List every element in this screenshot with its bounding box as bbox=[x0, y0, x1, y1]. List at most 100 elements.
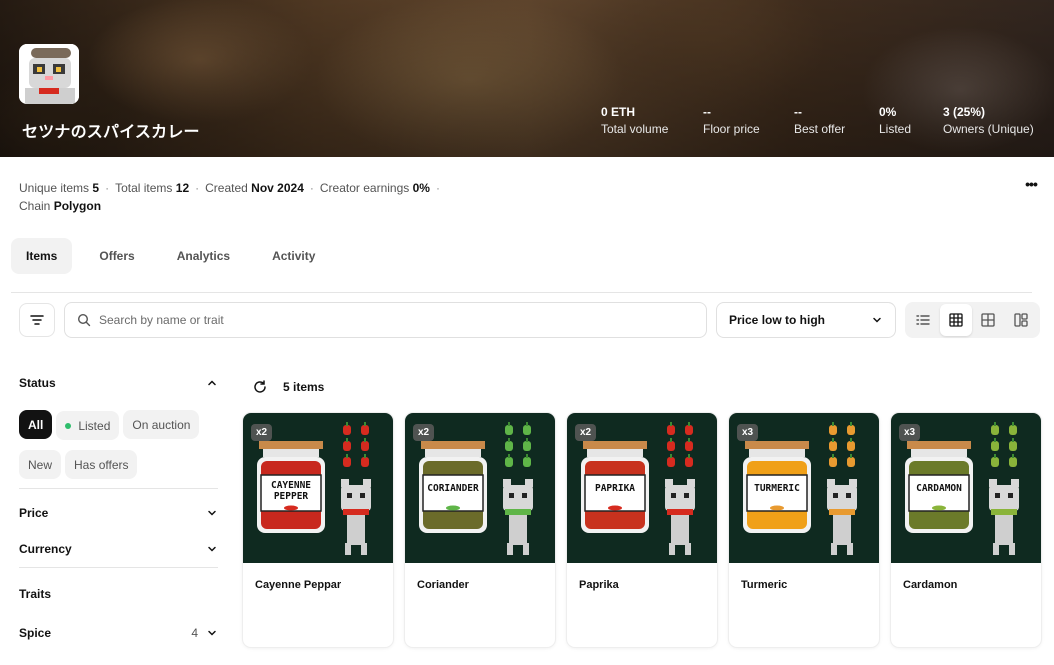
item-image: x3 TURMERIC bbox=[729, 413, 879, 563]
chip-label: All bbox=[28, 417, 44, 432]
tab-offers[interactable]: Offers bbox=[84, 238, 149, 274]
chevron-down-icon bbox=[208, 630, 216, 636]
chain-label: Chain bbox=[19, 199, 51, 213]
item-name: Turmeric bbox=[741, 579, 788, 591]
tab-activity[interactable]: Activity bbox=[257, 238, 330, 274]
status-chip-all[interactable]: All bbox=[19, 410, 53, 439]
item-name: Paprika bbox=[579, 579, 619, 591]
created-value: Nov 2024 bbox=[251, 181, 304, 195]
collection-tabs: Items Offers Analytics Activity bbox=[11, 238, 342, 274]
items-count: 5 items bbox=[283, 380, 325, 394]
chip-label: Listed bbox=[78, 418, 111, 433]
collection-title: セツナのスパイスカレー bbox=[22, 124, 200, 141]
item-image: x2 CORIANDER bbox=[405, 413, 555, 563]
stat-best-offer: -- Best offer bbox=[794, 104, 845, 138]
chain-value: Polygon bbox=[53, 199, 102, 213]
svg-text:CORIANDER: CORIANDER bbox=[427, 483, 479, 494]
search-icon bbox=[77, 313, 91, 327]
spice-title: Spice bbox=[19, 626, 52, 640]
items-header: 5 items bbox=[253, 380, 324, 394]
item-image: x3 CARDAMON bbox=[891, 413, 1041, 563]
item-name: Cardamon bbox=[903, 579, 958, 591]
quantity-badge: x3 bbox=[737, 424, 759, 441]
filter-icon bbox=[30, 315, 44, 325]
currency-section-header[interactable]: Currency bbox=[19, 540, 218, 558]
stat-total-volume: 0 ETH Total volume bbox=[601, 104, 668, 138]
tab-analytics[interactable]: Analytics bbox=[162, 238, 245, 274]
stat-label: Floor price bbox=[703, 122, 760, 136]
total-items-label: Total items bbox=[115, 181, 173, 195]
stat-label: Listed bbox=[879, 122, 912, 136]
stat-value: 0 ETH bbox=[601, 105, 636, 119]
stat-label: Owners (Unique) bbox=[943, 122, 1034, 136]
stat-listed: 0% Listed bbox=[879, 104, 911, 138]
item-card[interactable]: x2 CORIANDER Coriander bbox=[405, 413, 555, 647]
item-card[interactable]: x2 PAPRIKA Paprika bbox=[567, 413, 717, 647]
traits-heading: Traits bbox=[19, 585, 218, 603]
filter-toggle-button[interactable] bbox=[19, 303, 55, 337]
search-input[interactable] bbox=[99, 313, 659, 327]
svg-text:CARDAMON: CARDAMON bbox=[916, 483, 962, 494]
svg-text:CAYENNE: CAYENNE bbox=[271, 480, 311, 491]
svg-text:PEPPER: PEPPER bbox=[274, 491, 309, 502]
quantity-badge: x2 bbox=[575, 424, 597, 441]
sort-dropdown[interactable]: Price low to high bbox=[716, 302, 896, 338]
tabs-divider bbox=[11, 292, 1032, 293]
stat-label: Total volume bbox=[601, 122, 669, 136]
view-list-button[interactable] bbox=[907, 304, 939, 336]
collection-avatar[interactable] bbox=[19, 44, 79, 104]
view-grid-large-button[interactable] bbox=[973, 304, 1005, 336]
creator-earnings-value: 0% bbox=[412, 181, 430, 195]
view-grid-small-button[interactable] bbox=[939, 304, 972, 336]
stat-value: 0% bbox=[879, 105, 897, 119]
status-title: Status bbox=[19, 376, 56, 390]
stat-floor-price: -- Floor price bbox=[703, 104, 760, 138]
price-section-header[interactable]: Price bbox=[19, 504, 218, 522]
items-grid: x2 CAYENNE PEPPER Cayenne Peppar x2 CORIA… bbox=[243, 413, 1041, 647]
created-label: Created bbox=[205, 181, 248, 195]
masonry-icon bbox=[1014, 313, 1028, 327]
status-section-header[interactable]: Status bbox=[19, 374, 218, 392]
chevron-down-icon bbox=[873, 317, 881, 323]
grid-small-icon bbox=[948, 313, 963, 327]
quantity-badge: x2 bbox=[413, 424, 435, 441]
refresh-icon[interactable] bbox=[253, 380, 267, 394]
chip-label: On auction bbox=[132, 417, 191, 432]
quantity-badge: x3 bbox=[899, 424, 921, 441]
status-chip-on-auction[interactable]: On auction bbox=[123, 410, 200, 439]
chip-label: New bbox=[28, 457, 53, 472]
spice-count: 4 bbox=[191, 626, 198, 640]
search-bar[interactable] bbox=[64, 302, 707, 338]
stat-value: -- bbox=[794, 105, 802, 119]
item-image: x2 PAPRIKA bbox=[567, 413, 717, 563]
collection-meta: Unique items 5 · Total items 12 · Created No… bbox=[19, 181, 440, 213]
unique-items-label: Unique items bbox=[19, 181, 90, 195]
item-card[interactable]: x3 CARDAMON Cardamon bbox=[891, 413, 1041, 647]
view-mode-toggle bbox=[905, 302, 1040, 338]
stat-label: Best offer bbox=[794, 122, 846, 136]
status-chip-has-offers[interactable]: Has offers bbox=[65, 450, 138, 479]
item-card[interactable]: x3 TURMERIC Turmeric bbox=[729, 413, 879, 647]
svg-text:PAPRIKA: PAPRIKA bbox=[595, 483, 635, 494]
price-title: Price bbox=[19, 506, 49, 520]
collection-banner: セツナのスパイスカレー 0 ETH Total volume -- Floor … bbox=[0, 0, 1054, 157]
traits-title: Traits bbox=[19, 587, 52, 601]
trait-spice-header[interactable]: Spice 4 bbox=[19, 624, 218, 642]
total-items-value: 12 bbox=[175, 181, 190, 195]
more-horizontal-icon: ••• bbox=[1025, 176, 1038, 192]
listed-dot-icon bbox=[65, 422, 72, 429]
more-options-button[interactable]: ••• bbox=[1018, 174, 1044, 194]
grid-large-icon bbox=[981, 313, 996, 327]
chevron-up-icon bbox=[208, 380, 216, 386]
tab-items[interactable]: Items bbox=[11, 238, 73, 274]
item-image: x2 CAYENNE PEPPER bbox=[243, 413, 393, 563]
item-card[interactable]: x2 CAYENNE PEPPER Cayenne Peppar bbox=[243, 413, 393, 647]
view-masonry-button[interactable] bbox=[1005, 304, 1037, 336]
status-chip-listed[interactable]: Listed bbox=[56, 411, 120, 440]
sidebar-divider bbox=[19, 488, 218, 489]
status-filter-chips: All Listed On auction New Has offers bbox=[19, 410, 219, 489]
status-chip-new[interactable]: New bbox=[19, 450, 62, 479]
stat-value: -- bbox=[703, 105, 711, 119]
chevron-down-icon bbox=[208, 510, 216, 516]
svg-text:TURMERIC: TURMERIC bbox=[754, 483, 800, 494]
